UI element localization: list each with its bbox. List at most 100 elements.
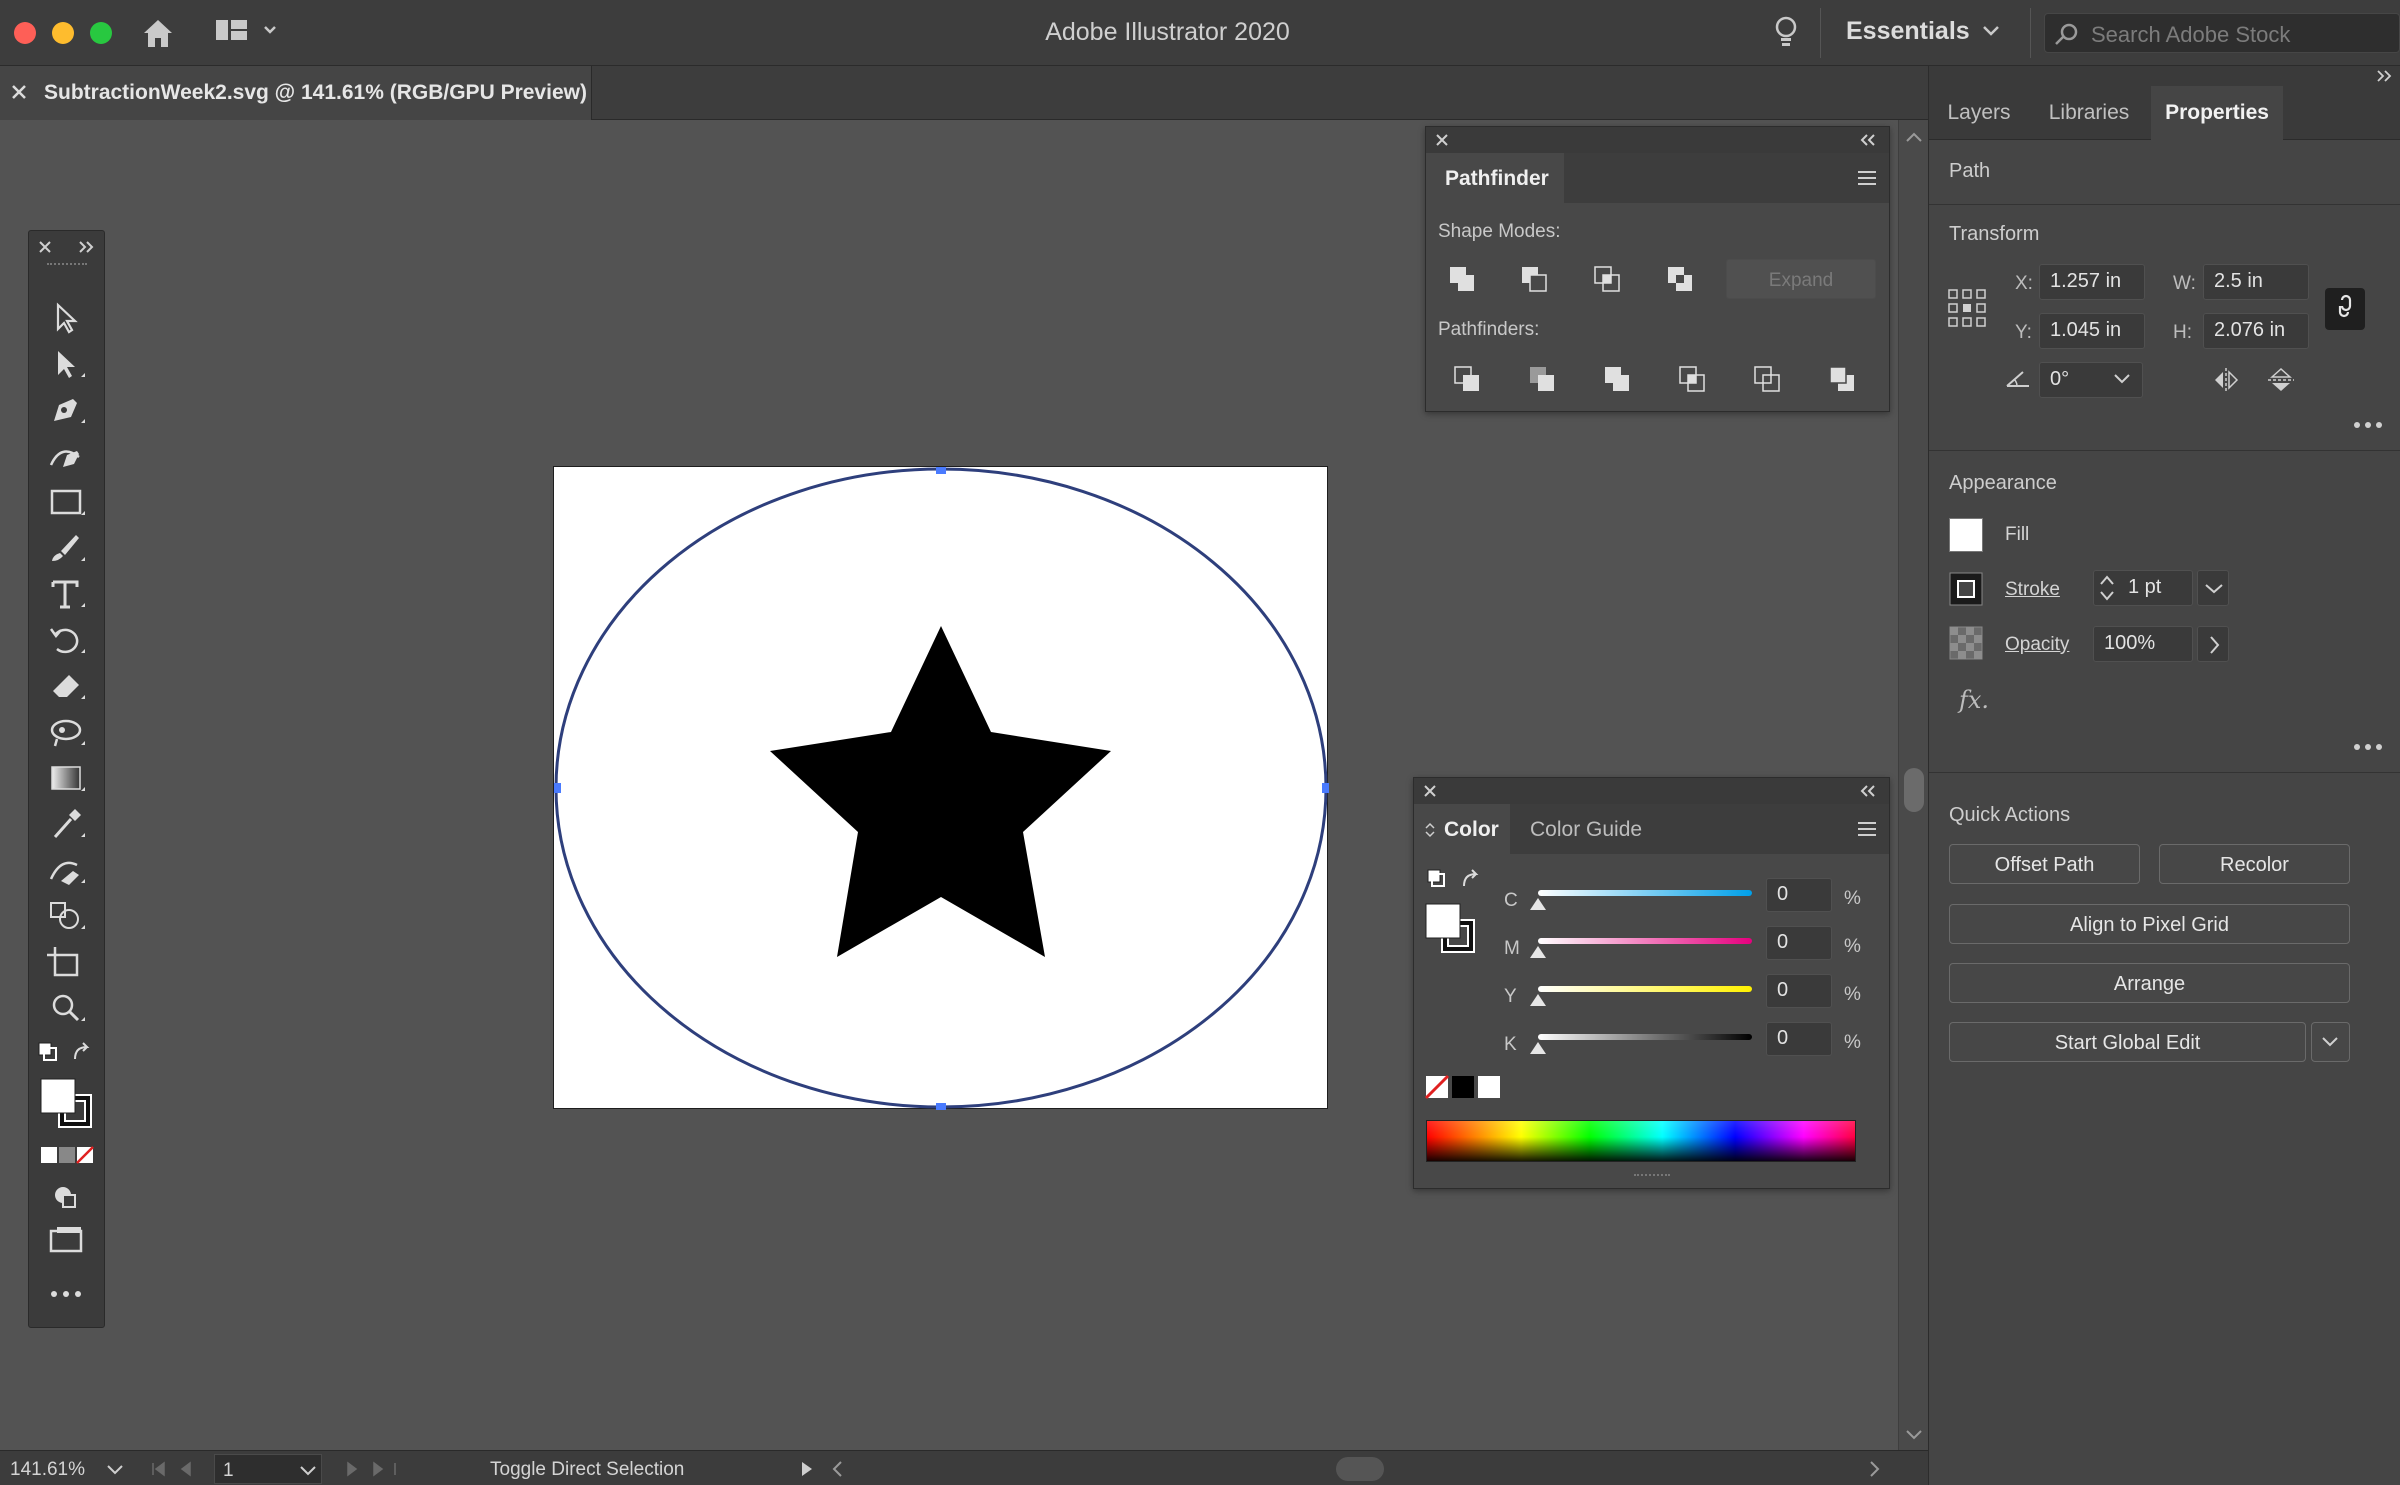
offset-path-button[interactable]: Offset Path [1949, 844, 2140, 884]
channel-value-field[interactable]: 0 [1766, 926, 1832, 960]
flip-horizontal-icon[interactable] [2211, 366, 2241, 394]
star-shape[interactable] [770, 626, 1111, 957]
minus-front-icon[interactable] [1518, 263, 1552, 297]
channel-slider-track[interactable] [1538, 1034, 1752, 1040]
lightbulb-icon[interactable] [1772, 14, 1800, 50]
merge-icon[interactable] [1601, 363, 1635, 397]
stepper-icon[interactable] [2097, 572, 2117, 604]
screen-mode-icon[interactable] [43, 1221, 89, 1259]
opacity-slider-button[interactable] [2197, 626, 2229, 662]
tab-libraries[interactable]: Libraries [2029, 86, 2149, 140]
channel-slider-handle[interactable] [1530, 898, 1546, 910]
drawing-mode-icon[interactable] [43, 1179, 89, 1217]
opacity-icon[interactable] [1949, 626, 1983, 660]
document-tab[interactable]: SubtractionWeek2.svg @ 141.61% (RGB/GPU … [0, 66, 592, 120]
channel-slider-track[interactable] [1538, 986, 1752, 992]
constrain-proportions-button[interactable] [2325, 288, 2365, 330]
horizontal-scrollbar-thumb[interactable] [1336, 1457, 1384, 1481]
channel-slider-handle[interactable] [1530, 994, 1546, 1006]
intersect-icon[interactable] [1591, 263, 1625, 297]
chevron-down-icon[interactable] [1982, 24, 2000, 38]
zoom-tool-icon[interactable] [43, 989, 89, 1027]
trim-icon[interactable] [1526, 363, 1560, 397]
fx-icon[interactable]: fx. [1959, 686, 1989, 714]
artboard[interactable] [551, 464, 1332, 1113]
channel-slider-handle[interactable] [1530, 1042, 1546, 1054]
anchor-point[interactable] [1322, 783, 1332, 793]
minus-back-icon[interactable] [1826, 363, 1860, 397]
expand-panel-icon[interactable] [77, 239, 95, 255]
start-global-edit-button[interactable]: Start Global Edit [1949, 1022, 2306, 1062]
scroll-up-icon[interactable] [1905, 130, 1923, 144]
scroll-down-icon[interactable] [1905, 1428, 1923, 1442]
reference-point-icon[interactable] [1947, 288, 1987, 328]
puppet-warp-tool-icon[interactable] [43, 713, 89, 751]
channel-value-field[interactable]: 0 [1766, 974, 1832, 1008]
gradient-tool-icon[interactable] [43, 759, 89, 797]
artwork[interactable] [551, 464, 1332, 1113]
blend-tool-icon[interactable] [43, 851, 89, 889]
paintbrush-tool-icon[interactable] [43, 529, 89, 567]
close-icon[interactable] [1422, 783, 1438, 799]
outline-icon[interactable] [1751, 363, 1785, 397]
sort-icon[interactable] [1424, 822, 1436, 838]
color-mode-icons[interactable] [39, 1145, 95, 1165]
chevron-down-icon[interactable] [106, 1463, 124, 1477]
tab-pathfinder[interactable]: Pathfinder [1426, 153, 1564, 203]
flip-vertical-icon[interactable] [2266, 366, 2296, 394]
panel-resize-grip[interactable] [1634, 1174, 1670, 1182]
expand-button[interactable]: Expand [1726, 259, 1876, 299]
align-to-pixel-grid-button[interactable]: Align to Pixel Grid [1949, 904, 2350, 944]
zoom-level[interactable]: 141.61% [10, 1459, 85, 1481]
none-black-white-swatches[interactable] [1424, 1074, 1504, 1100]
channel-slider-track[interactable] [1538, 938, 1752, 944]
anchor-point[interactable] [551, 783, 561, 793]
more-options-icon[interactable] [2351, 740, 2385, 752]
x-position-field[interactable]: 1.257 in [2039, 264, 2145, 300]
height-field[interactable]: 2.076 in [2203, 313, 2309, 349]
exclude-icon[interactable] [1664, 263, 1698, 297]
panel-menu-icon[interactable] [1856, 820, 1878, 838]
recolor-button[interactable]: Recolor [2159, 844, 2350, 884]
tab-properties[interactable]: Properties [2151, 86, 2283, 140]
unite-icon[interactable] [1446, 263, 1480, 297]
rotate-tool-icon[interactable] [43, 621, 89, 659]
scroll-right-icon[interactable] [1868, 1460, 1882, 1478]
collapse-panel-icon[interactable] [1858, 783, 1878, 799]
next-last-artboard-icons[interactable] [342, 1460, 398, 1478]
tab-color-guide[interactable]: Color Guide [1530, 818, 1642, 842]
collapse-panel-icon[interactable] [1858, 132, 1878, 148]
search-adobe-stock-input[interactable]: Search Adobe Stock [2044, 13, 2400, 53]
channel-slider-track[interactable] [1538, 890, 1752, 896]
curvature-tool-icon[interactable] [43, 437, 89, 475]
stroke-swatch[interactable] [1949, 572, 1983, 606]
expand-dock-icon[interactable] [2375, 69, 2393, 83]
chevron-down-icon[interactable] [2113, 372, 2131, 386]
vertical-scrollbar[interactable] [1898, 120, 1928, 1450]
color-spectrum[interactable] [1426, 1120, 1856, 1162]
direct-selection-tool-icon[interactable] [43, 345, 89, 383]
color-fill-stroke-swatch[interactable] [1424, 900, 1480, 960]
opacity-label[interactable]: Opacity [2005, 634, 2069, 656]
type-tool-icon[interactable] [43, 575, 89, 613]
tab-layers[interactable]: Layers [1929, 86, 2029, 140]
channel-value-field[interactable]: 0 [1766, 878, 1832, 912]
eyedropper-tool-icon[interactable] [43, 805, 89, 843]
close-icon[interactable] [1434, 132, 1450, 148]
arrange-button[interactable]: Arrange [1949, 963, 2350, 1003]
crop-icon[interactable] [1676, 363, 1710, 397]
eraser-tool-icon[interactable] [43, 667, 89, 705]
first-prev-artboard-icons[interactable] [150, 1460, 206, 1478]
panel-menu-icon[interactable] [1856, 169, 1878, 187]
shape-builder-tool-icon[interactable] [43, 897, 89, 935]
selection-tool-icon[interactable] [43, 299, 89, 337]
panel-grip[interactable] [47, 263, 87, 269]
width-field[interactable]: 2.5 in [2203, 264, 2309, 300]
workspace-switcher[interactable]: Essentials [1846, 17, 1970, 46]
artboard-tool-icon[interactable] [43, 943, 89, 981]
default-fill-stroke-icon[interactable] [35, 1039, 101, 1067]
y-position-field[interactable]: 1.045 in [2039, 313, 2145, 349]
global-edit-options-button[interactable] [2311, 1022, 2350, 1062]
channel-value-field[interactable]: 0 [1766, 1022, 1832, 1056]
scrollbar-thumb[interactable] [1904, 768, 1924, 812]
